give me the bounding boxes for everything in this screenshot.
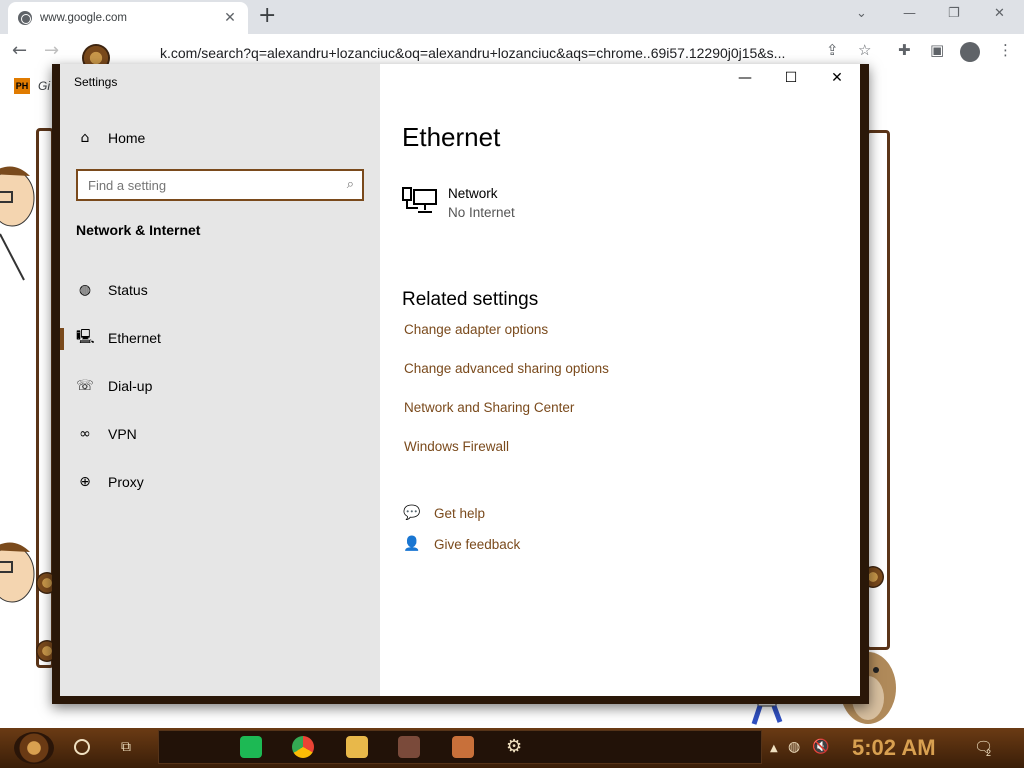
menu-dots-icon[interactable]: ⋮ [998,41,1013,59]
windows-firewall-link[interactable]: Windows Firewall [404,439,509,454]
notification-count: 2 [986,748,992,758]
network-status: No Internet [448,205,515,220]
network-tray-icon[interactable]: ◍ [788,739,800,755]
sidebar-item-vpn[interactable]: ∞ VPN [60,414,380,454]
sidebar-item-label: Ethernet [108,330,161,346]
back-icon[interactable]: ← [12,40,27,61]
sidebar-item-dialup[interactable]: ☏ Dial-up [60,366,380,406]
get-help-link[interactable]: Get help [434,506,485,521]
globe-icon: ◍ [78,282,92,298]
extensions-icon[interactable]: ✚ [898,41,911,59]
cartoon-character-left-top [0,166,35,281]
give-feedback-link[interactable]: Give feedback [434,537,520,552]
sidebar-item-home[interactable]: ⌂ Home [60,118,380,158]
sharing-center-link[interactable]: Network and Sharing Center [404,400,574,415]
change-adapter-link[interactable]: Change adapter options [404,322,548,337]
cortana-search-icon[interactable] [74,739,90,755]
settings-gear-icon[interactable]: ⚙ [506,736,522,757]
profile-avatar-icon[interactable] [960,42,980,62]
tab-title: www.google.com [40,12,127,24]
browser-restore-icon[interactable]: ❐ [948,6,960,21]
file-explorer-icon[interactable] [346,736,368,758]
help-icon: 💬 [403,505,421,521]
advanced-sharing-link[interactable]: Change advanced sharing options [404,361,609,376]
settings-content: — ☐ ✕ Ethernet Network No Internet Relat… [380,64,860,696]
new-tab-button[interactable]: + [258,5,276,27]
related-settings-title: Related settings [402,289,539,310]
get-help-row[interactable]: 💬 Get help [402,505,485,521]
sidebar-item-label: Status [108,282,148,298]
sidebar-item-label: Proxy [108,474,144,490]
network-computer-icon[interactable] [402,186,438,216]
address-bar[interactable]: k.com/search?q=alexandru+lozanciuc&oq=al… [160,40,850,66]
window-title: Settings [74,75,118,89]
settings-window: Settings ⌂ Home ⌕ Network & Internet ◍ S… [52,64,869,704]
globe-icon [18,11,32,25]
spotify-app-icon[interactable] [240,736,262,758]
browser-close-icon[interactable]: ✕ [994,6,1005,21]
close-button[interactable]: ✕ [814,70,860,92]
sidebar-item-proxy[interactable]: ⊕ Proxy [60,462,380,502]
start-button[interactable] [14,732,54,764]
volume-muted-icon[interactable]: 🔇 [812,739,829,755]
chevron-down-icon[interactable]: ⌄ [856,6,867,21]
maximize-button[interactable]: ☐ [768,70,814,92]
search-box[interactable]: ⌕ [76,169,364,201]
forward-icon[interactable]: → [44,40,59,61]
give-feedback-row[interactable]: 👤 Give feedback [402,536,520,552]
bookmark-ph-icon[interactable]: PH [14,78,30,94]
task-view-icon[interactable]: ⧉ [121,739,131,755]
proxy-icon: ⊕ [79,474,91,490]
dialup-icon: ☏ [76,378,94,394]
settings-sidebar: Settings ⌂ Home ⌕ Network & Internet ◍ S… [60,64,380,696]
search-input[interactable] [78,171,328,199]
page-title: Ethernet [402,122,501,152]
feedback-icon: 👤 [403,536,421,552]
browser-minimize-icon[interactable]: — [903,6,916,21]
share-icon[interactable]: ⇪ [826,41,839,59]
photo-app-icon[interactable] [398,736,420,758]
sidebar-item-status[interactable]: ◍ Status [60,270,380,310]
settings-inner: Settings ⌂ Home ⌕ Network & Internet ◍ S… [60,64,860,696]
sidebar-item-label: VPN [108,426,137,442]
network-name[interactable]: Network [448,186,498,201]
game-app-icon[interactable] [452,736,474,758]
section-title: Network & Internet [76,222,201,238]
search-icon[interactable]: ⌕ [347,177,354,192]
tray-overflow-icon[interactable]: ▲ [770,743,778,754]
vpn-icon: ∞ [79,426,91,442]
sidebar-item-ethernet[interactable]: 🖳 Ethernet [60,318,380,358]
sidebar-item-label: Dial-up [108,378,153,394]
taskbar-clock[interactable]: 5:02 AM [852,735,936,761]
browser-tab[interactable]: www.google.com ✕ [8,2,248,34]
chrome-app-icon[interactable] [292,736,314,758]
minimize-button[interactable]: — [722,70,768,92]
cartoon-character-left-bottom [0,542,35,603]
bookmark-star-icon[interactable]: ☆ [858,41,871,59]
sidebar-item-label: Home [108,130,146,146]
tab-close-icon[interactable]: ✕ [222,10,238,26]
home-icon: ⌂ [80,130,90,146]
side-panel-icon[interactable]: ▣ [930,41,944,59]
bookmark-label[interactable]: Gi [38,79,50,93]
ethernet-icon: 🖳 [76,329,95,345]
